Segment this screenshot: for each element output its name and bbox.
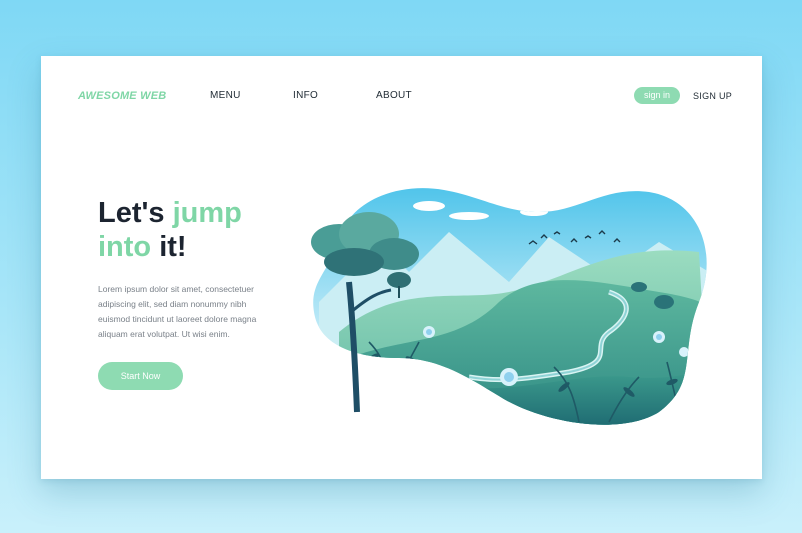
nav-about[interactable]: ABOUT [376, 90, 412, 101]
hero-description: Lorem ipsum dolor sit amet, consectetuer… [98, 284, 257, 339]
sign-in-button[interactable]: sign in [634, 87, 680, 104]
landscape-illustration [311, 188, 707, 425]
hero-title: Let's jump into it! [98, 196, 242, 264]
nav-info[interactable]: INFO [293, 90, 318, 101]
hero-title-part: Let's [98, 197, 173, 229]
start-now-button[interactable]: Start Now [98, 362, 183, 390]
scene-blob [313, 188, 707, 425]
landing-card: AWESOME WEB MENU INFO ABOUT sign in SIGN… [41, 56, 762, 479]
logo[interactable]: AWESOME WEB [78, 90, 166, 102]
nav-menu[interactable]: MENU [210, 90, 241, 101]
hero-title-accent: jump [172, 197, 242, 229]
hero-title-accent: into [98, 231, 152, 263]
hero-title-part: it! [151, 231, 187, 263]
sign-up-link[interactable]: SIGN UP [693, 91, 732, 101]
